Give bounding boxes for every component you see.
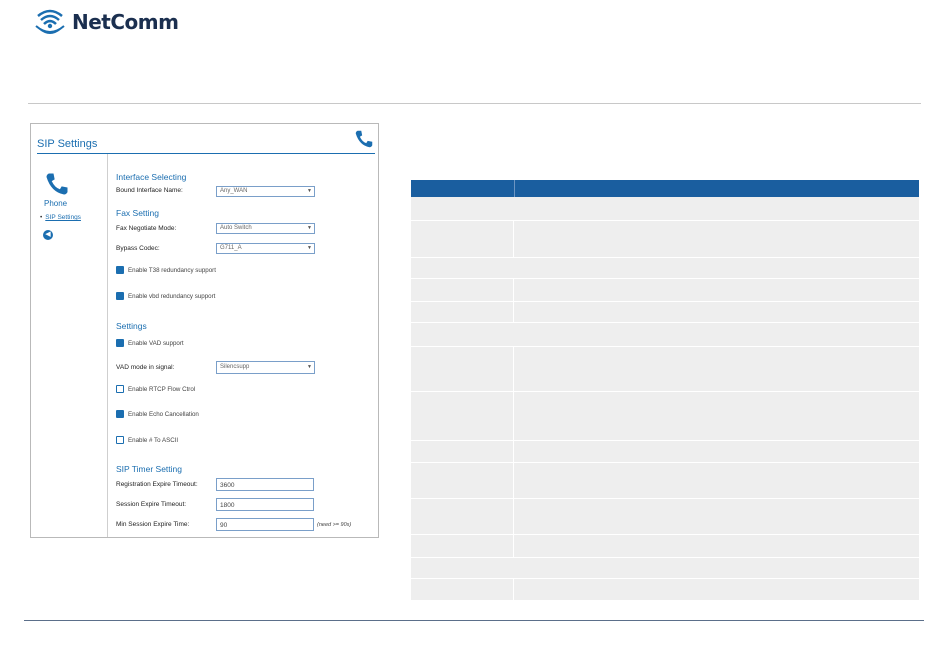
vbd-redundancy-label: Enable vbd redundancy support [128, 292, 216, 300]
settings-content: Interface Selecting Bound Interface Name… [115, 154, 375, 534]
vbd-redundancy-checkbox[interactable]: Enable vbd redundancy support [116, 292, 215, 300]
table-cell [411, 499, 514, 534]
reg-expire-input[interactable]: 3600 [216, 478, 314, 491]
hash-to-ascii-checkbox[interactable]: Enable # To ASCII [116, 436, 178, 444]
hash-to-ascii-label: Enable # To ASCII [128, 436, 179, 444]
logo-text: NetComm [72, 10, 179, 34]
table-row [411, 441, 919, 463]
table-cell [411, 302, 514, 322]
vad-mode-value: Silencsupp [220, 364, 250, 370]
table-cell [411, 347, 514, 391]
footer-divider [24, 620, 924, 621]
sip-settings-panel: SIP Settings Phone SIP Settings ◀ Interf… [30, 123, 379, 538]
echo-cancellation-label: Enable Echo Cancellation [128, 410, 199, 418]
reg-expire-label: Registration Expire Timeout: [116, 481, 198, 488]
min-session-label: Min Session Expire Time: [116, 521, 190, 528]
table-row [411, 392, 919, 441]
header-divider [28, 103, 921, 104]
phone-icon [355, 130, 373, 148]
interface-selecting-heading: Interface Selecting [116, 172, 187, 182]
table-cell [411, 279, 514, 301]
table-header-divider [514, 180, 515, 197]
bound-interface-label: Bound Interface Name: [116, 187, 183, 194]
table-row [411, 279, 919, 302]
session-expire-label: Session Expire Timeout: [116, 501, 187, 508]
vad-support-label: Enable VAD support [128, 339, 184, 347]
fax-negotiate-value: Auto Switch [220, 225, 252, 231]
table-header [411, 180, 919, 197]
vad-mode-label: VAD mode in signal: [116, 364, 175, 371]
table-cell [411, 221, 514, 257]
checkbox-icon [116, 410, 124, 418]
chevron-down-icon: ▼ [307, 364, 312, 370]
table-cell [411, 441, 514, 462]
vad-support-checkbox[interactable]: Enable VAD support [116, 339, 184, 347]
table-cell [411, 579, 514, 600]
rtcp-flow-label: Enable RTCP Flow Ctrol [128, 385, 196, 393]
bypass-codec-select[interactable]: G711_A ▼ [216, 243, 315, 254]
bypass-codec-value: G711_A [220, 245, 242, 251]
t38-redundancy-label: Enable T38 redundancy support [128, 266, 216, 274]
chevron-down-icon: ▼ [307, 225, 312, 231]
table-row [411, 197, 919, 221]
table-row [411, 499, 919, 535]
session-expire-input[interactable]: 1800 [216, 498, 314, 511]
table-row [411, 347, 919, 392]
fax-negotiate-label: Fax Negotiate Mode: [116, 225, 177, 232]
sidebar-item-sip-settings[interactable]: SIP Settings [40, 214, 81, 221]
checkbox-icon [116, 385, 124, 393]
fax-negotiate-select[interactable]: Auto Switch ▼ [216, 223, 315, 234]
table-row [411, 535, 919, 558]
bound-interface-select[interactable]: Any_WAN ▼ [216, 186, 315, 197]
table-row [411, 579, 919, 601]
sip-timer-heading: SIP Timer Setting [116, 464, 182, 474]
table-cell [411, 463, 514, 498]
settings-heading: Settings [116, 321, 147, 331]
checkbox-icon [116, 339, 124, 347]
table-row [411, 302, 919, 323]
echo-cancellation-checkbox[interactable]: Enable Echo Cancellation [116, 410, 199, 418]
table-row [411, 558, 919, 579]
chevron-down-icon: ▼ [307, 188, 312, 194]
checkbox-icon [116, 266, 124, 274]
checkbox-icon [116, 436, 124, 444]
bypass-codec-label: Bypass Codec: [116, 245, 160, 252]
table-row [411, 463, 919, 499]
fax-setting-heading: Fax Setting [116, 208, 159, 218]
table-row [411, 323, 919, 347]
chevron-down-icon: ▼ [307, 245, 312, 251]
table-row [411, 258, 919, 279]
phone-section-icon [46, 173, 68, 195]
t38-redundancy-checkbox[interactable]: Enable T38 redundancy support [116, 266, 216, 274]
table-cell [411, 535, 514, 557]
rtcp-flow-checkbox[interactable]: Enable RTCP Flow Ctrol [116, 385, 195, 393]
checkbox-icon [116, 292, 124, 300]
vad-mode-select[interactable]: Silencsupp ▼ [216, 361, 315, 374]
back-arrow-icon[interactable]: ◀ [43, 230, 53, 240]
bound-interface-value: Any_WAN [220, 188, 248, 194]
panel-title: SIP Settings [37, 138, 98, 150]
table-cell [411, 392, 514, 440]
sidebar: Phone SIP Settings ◀ [31, 154, 108, 537]
wifi-logo-icon [35, 9, 65, 34]
netcomm-logo: NetComm [32, 4, 182, 40]
min-session-input[interactable]: 90 [216, 518, 314, 531]
sidebar-section-phone: Phone [44, 199, 68, 208]
min-session-hint: (need >= 90s) [317, 522, 352, 528]
table-row [411, 221, 919, 258]
